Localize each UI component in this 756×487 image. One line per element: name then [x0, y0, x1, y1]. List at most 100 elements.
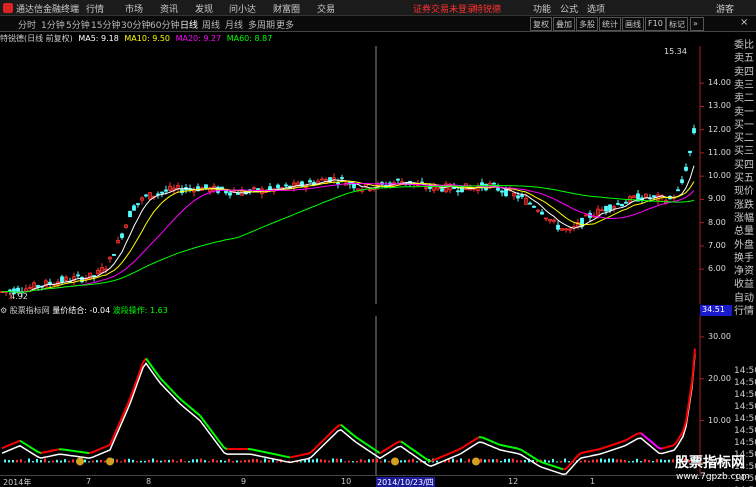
period-60min[interactable]: 60分钟 [150, 18, 179, 31]
period-intraday[interactable]: 分时 [18, 18, 36, 31]
indicator-line-colored [406, 444, 411, 449]
indicator-line-colored [304, 452, 309, 456]
indicator-line-colored [499, 443, 504, 447]
indicator-bar [232, 461, 234, 463]
menu-ask[interactable]: 问小达 [229, 2, 256, 15]
indicator-line-colored [100, 446, 105, 450]
indicator-line-colored [631, 434, 636, 438]
period-daily[interactable]: 日线 [180, 18, 198, 31]
guest-label[interactable]: 游客 [716, 2, 734, 15]
candle-down [128, 210, 132, 218]
side-time: 14:50 [734, 414, 756, 424]
candle-down [276, 184, 280, 189]
indicator-bar [224, 460, 226, 463]
expand-icon[interactable]: » [690, 17, 704, 31]
candle-down [228, 192, 232, 196]
menu-wealth[interactable]: 财富圈 [273, 2, 300, 15]
indicator-line-colored [643, 434, 648, 439]
indicator-bar [88, 461, 90, 463]
candle-down [604, 205, 608, 212]
stats-button[interactable]: 统计 [599, 17, 621, 31]
indicator-bar [524, 459, 526, 463]
indicator-bar [100, 460, 102, 463]
indicator-line-colored [199, 414, 204, 421]
indicator-line-colored [208, 427, 213, 433]
indicator-line-colored [355, 436, 360, 441]
adjust-button[interactable]: 复权 [530, 17, 552, 31]
indicator-line-colored [274, 453, 279, 456]
period-more[interactable]: 更多 [276, 18, 294, 31]
indicator-line-colored [646, 437, 651, 442]
indicator-line-colored [349, 431, 354, 436]
indicator-line-colored [418, 453, 423, 457]
indicator-line-colored [457, 447, 462, 451]
draw-button[interactable]: 画线 [622, 17, 644, 31]
period-weekly[interactable]: 周线 [202, 18, 220, 31]
ma60-label: MA60: 8.87 [226, 34, 273, 43]
indicator-line-colored [334, 425, 339, 430]
period-30min[interactable]: 30分钟 [121, 18, 150, 31]
indicator-title[interactable]: 股票指标网 [10, 306, 50, 315]
overlay-button[interactable]: 叠加 [553, 17, 575, 31]
indicator-bar [160, 460, 162, 463]
period-multi[interactable]: 多周期 [248, 18, 275, 31]
indicator-line-colored [568, 461, 573, 467]
indicator-line-colored [259, 450, 264, 453]
menu-function[interactable]: 功能 [533, 2, 551, 15]
indicator-bar [508, 458, 510, 463]
menu-discover[interactable]: 发现 [195, 2, 213, 15]
indicator-bar [592, 459, 594, 463]
indicator-bar [664, 460, 666, 463]
indicator-line-colored [403, 442, 408, 447]
indicator-line-colored [622, 439, 627, 443]
indicator-line-colored [196, 412, 201, 417]
indicator-bar [364, 460, 366, 463]
indicator-line-colored [214, 435, 219, 441]
indicator-bar [52, 460, 54, 463]
indicator-bar [276, 461, 278, 463]
menu-market[interactable]: 市场 [125, 2, 143, 15]
indicator-bar [328, 460, 330, 463]
menu-formula[interactable]: 公式 [560, 2, 578, 15]
menu-options[interactable]: 选项 [587, 2, 605, 15]
mark-button[interactable]: 标记 [666, 17, 688, 31]
f10-button[interactable]: F10 [645, 17, 666, 31]
indicator-bar [196, 459, 198, 463]
indicator-chart[interactable] [0, 316, 734, 475]
indicator-line-colored [172, 390, 177, 396]
indicator-line-colored [574, 454, 579, 460]
watermark-title: 股票指标网 [675, 455, 745, 471]
watermark-url: www.7gpzb.com [676, 472, 750, 482]
login-notice[interactable]: 证券交易未登录 [413, 2, 476, 15]
date-label: 1 [590, 477, 596, 486]
period-5min[interactable]: 5分钟 [66, 18, 90, 31]
indicator-bar [316, 458, 318, 463]
indicator-bar [640, 461, 642, 463]
indicator-bar [156, 460, 158, 463]
menu-news[interactable]: 资讯 [160, 2, 178, 15]
period-monthly[interactable]: 月线 [225, 18, 243, 31]
indicator-bar [360, 459, 362, 463]
close-icon[interactable]: × [740, 17, 748, 28]
menu-quotes[interactable]: 行情 [86, 2, 104, 15]
period-15min[interactable]: 15分钟 [91, 18, 120, 31]
multi-stock-button[interactable]: 多股 [576, 17, 598, 31]
period-1min[interactable]: 1分钟 [41, 18, 65, 31]
side-item[interactable]: 行情 [734, 302, 756, 317]
indicator-line-colored [16, 439, 21, 443]
indicator-line-colored [529, 454, 534, 459]
indicator-line-colored [625, 437, 630, 442]
indicator-line-colored [400, 440, 405, 445]
indicator-bar [208, 461, 210, 463]
kline-chart[interactable] [0, 46, 734, 304]
indicator-bar [332, 458, 334, 463]
price-tick-label: 10.00 [708, 171, 731, 181]
indicator-line-colored [598, 447, 603, 451]
candle-down [112, 253, 116, 256]
gear-icon[interactable]: ⚙ [0, 306, 7, 315]
indicator-line-colored [427, 459, 432, 463]
menu-trade[interactable]: 交易 [317, 2, 335, 15]
side-time: 14:50 [734, 366, 756, 376]
indicator-label: 量价结合: [52, 306, 87, 315]
indicator-line-colored [97, 447, 102, 451]
